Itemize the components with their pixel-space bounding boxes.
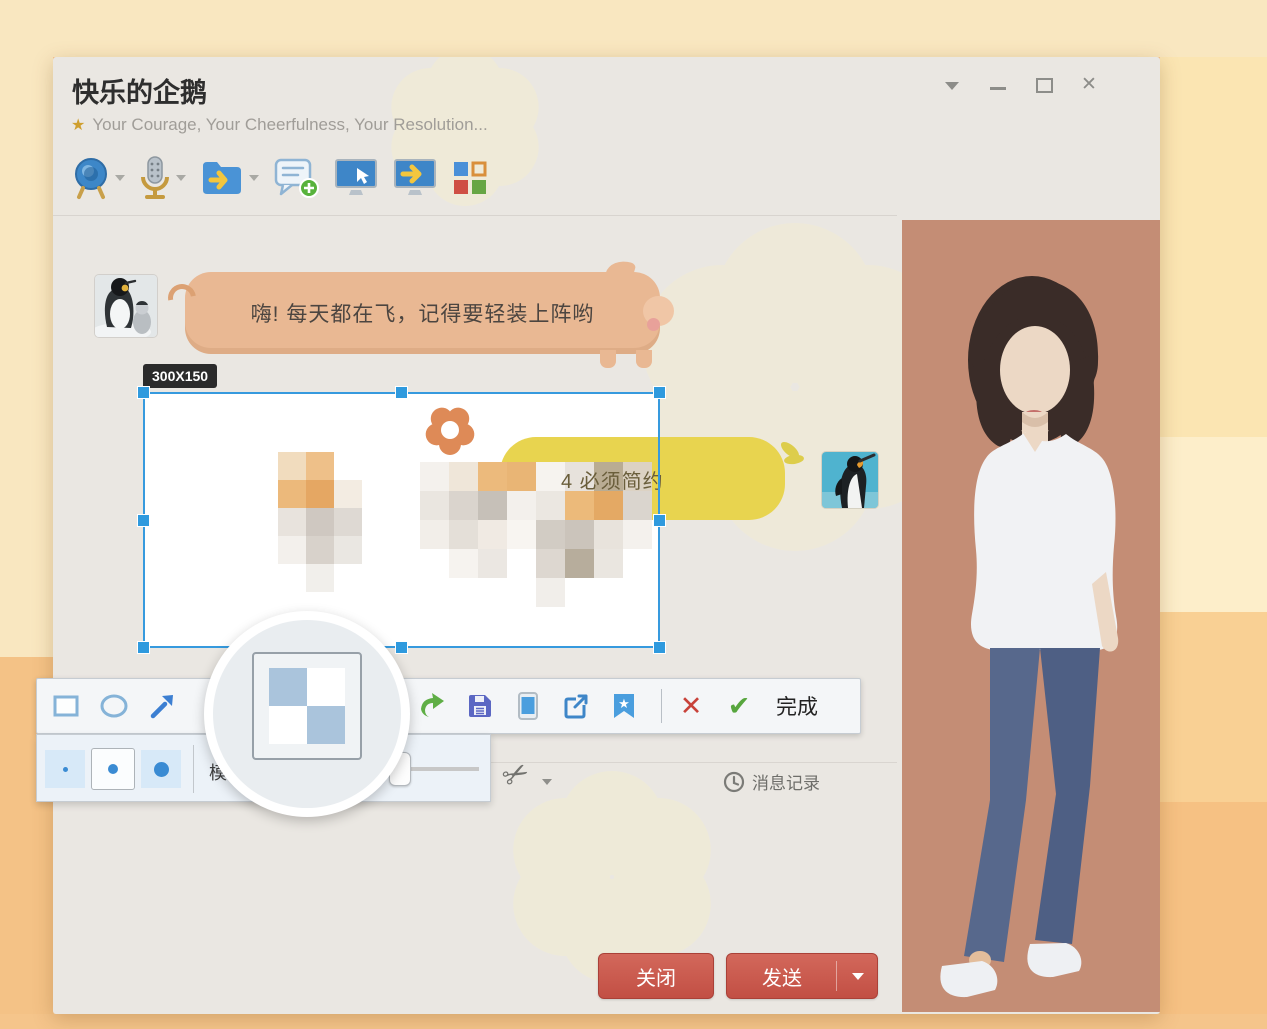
screen-share-icon — [392, 157, 438, 199]
toolbar-divider — [661, 689, 662, 723]
chevron-down-icon[interactable] — [542, 779, 552, 790]
undo-icon — [417, 692, 447, 720]
brush-size-large[interactable] — [141, 750, 181, 788]
ellipse-tool[interactable] — [99, 691, 129, 721]
avatar[interactable] — [822, 452, 878, 508]
incoming-message-text: 嗨! 每天都在飞，记得要轻装上阵哟 — [185, 272, 660, 354]
wallpaper-block — [1160, 57, 1267, 437]
send-button-label[interactable]: 发送 — [727, 954, 837, 998]
clock-icon — [723, 771, 745, 793]
send-button[interactable]: 发送 — [726, 953, 878, 999]
chevron-down-icon[interactable] — [176, 175, 186, 186]
arrow-icon — [148, 692, 176, 720]
phone-icon — [516, 691, 540, 721]
done-label[interactable]: 完成 — [776, 691, 818, 721]
minimize-icon[interactable] — [989, 77, 1007, 93]
save-floppy-icon — [466, 692, 494, 720]
video-call-button[interactable] — [73, 156, 125, 200]
screenshot-editor-toolbar: ★ ✕ ✔ 完成 — [36, 678, 861, 734]
rectangle-icon — [52, 692, 80, 720]
brush-size-medium[interactable] — [91, 748, 135, 790]
apps-button[interactable] — [451, 159, 489, 197]
leaf-decoration — [783, 454, 804, 466]
window-controls: ✕ — [943, 77, 1099, 93]
selection-handle[interactable] — [138, 515, 149, 526]
selection-handle[interactable] — [654, 515, 665, 526]
contact-name: 快乐的企鹅 — [72, 71, 207, 110]
contact-signature: ★ Your Courage, Your Cheerfulness, Your … — [71, 115, 488, 135]
remote-desktop-icon — [333, 157, 379, 199]
avatar[interactable] — [95, 275, 157, 337]
star-icon: ★ — [71, 115, 85, 135]
scissors-icon[interactable]: ✂ — [496, 753, 536, 797]
rectangle-tool[interactable] — [51, 691, 81, 721]
selection-handle[interactable] — [396, 642, 407, 653]
selection-handle[interactable] — [654, 642, 665, 653]
king-penguin-photo — [822, 452, 878, 508]
selection-handle[interactable] — [654, 387, 665, 398]
incoming-message-bubble: 嗨! 每天都在飞，记得要轻装上阵哟 — [185, 272, 660, 354]
brush-size-small[interactable] — [45, 750, 85, 788]
cancel-button[interactable]: ✕ — [676, 691, 706, 721]
arrow-tool[interactable] — [147, 691, 177, 721]
remote-desktop-button[interactable] — [333, 157, 379, 199]
wallpaper-block — [1160, 612, 1267, 802]
close-chat-button[interactable]: 关闭 — [598, 953, 714, 999]
selection-handle[interactable] — [138, 387, 149, 398]
message-history-label: 消息记录 — [752, 769, 820, 794]
maximize-icon[interactable] — [1035, 77, 1053, 93]
favorite-tool[interactable]: ★ — [609, 691, 639, 721]
message-history-button[interactable]: 消息记录 — [723, 769, 820, 794]
send-to-phone-tool[interactable] — [513, 691, 543, 721]
chevron-down-icon[interactable] — [852, 973, 864, 986]
desktop: 快乐的企鹅 ★ Your Courage, Your Cheerfulness,… — [0, 0, 1267, 1029]
wallpaper-block — [0, 57, 53, 657]
wallpaper-block — [0, 0, 1267, 57]
send-file-folder-icon — [199, 158, 245, 198]
chevron-down-icon[interactable] — [115, 175, 125, 186]
microphone-icon — [138, 155, 172, 201]
emperor-penguin-photo — [95, 275, 157, 337]
red-x-icon: ✕ — [680, 692, 703, 720]
selection-size-badge: 300X150 — [143, 364, 217, 388]
mosaic-tool[interactable] — [252, 652, 362, 760]
share-tool[interactable] — [561, 691, 591, 721]
blur-slider-track[interactable] — [411, 767, 479, 771]
selection-border[interactable] — [143, 392, 660, 648]
send-file-button[interactable] — [199, 158, 259, 198]
window-menu-arrow-icon[interactable] — [943, 77, 961, 93]
mosaic-checker-icon — [269, 668, 345, 744]
video-camera-icon — [73, 156, 111, 200]
wallpaper-block — [1160, 437, 1267, 612]
selection-handle[interactable] — [138, 642, 149, 653]
signature-text: Your Courage, Your Cheerfulness, Your Re… — [92, 115, 487, 135]
save-tool[interactable] — [465, 691, 495, 721]
screen-share-button[interactable] — [392, 157, 438, 199]
wallpaper-block — [1160, 802, 1267, 1029]
create-group-button[interactable] — [272, 156, 320, 200]
app-grid-icon — [451, 159, 489, 197]
ellipse-icon — [99, 692, 129, 720]
close-icon[interactable]: ✕ — [1081, 77, 1099, 93]
undo-tool[interactable] — [417, 691, 447, 721]
selection-handle[interactable] — [396, 387, 407, 398]
chevron-down-icon[interactable] — [249, 175, 259, 186]
svg-text:★: ★ — [618, 696, 630, 711]
chat-window: 快乐的企鹅 ★ Your Courage, Your Cheerfulness,… — [53, 57, 1160, 1014]
green-check-icon: ✔ — [728, 692, 751, 720]
voice-call-button[interactable] — [138, 155, 186, 201]
bookmark-star-icon: ★ — [611, 692, 637, 720]
wallpaper-block — [0, 1014, 1267, 1029]
share-icon — [562, 692, 590, 720]
send-button-divider — [836, 961, 837, 991]
theme-illustration — [902, 220, 1160, 1012]
new-message-bubble-icon — [272, 156, 320, 200]
header-toolbar — [73, 155, 489, 201]
panel-divider — [193, 745, 194, 793]
woman-illustration — [902, 220, 1160, 1012]
confirm-button[interactable]: ✔ — [724, 691, 754, 721]
header-divider — [53, 215, 897, 216]
